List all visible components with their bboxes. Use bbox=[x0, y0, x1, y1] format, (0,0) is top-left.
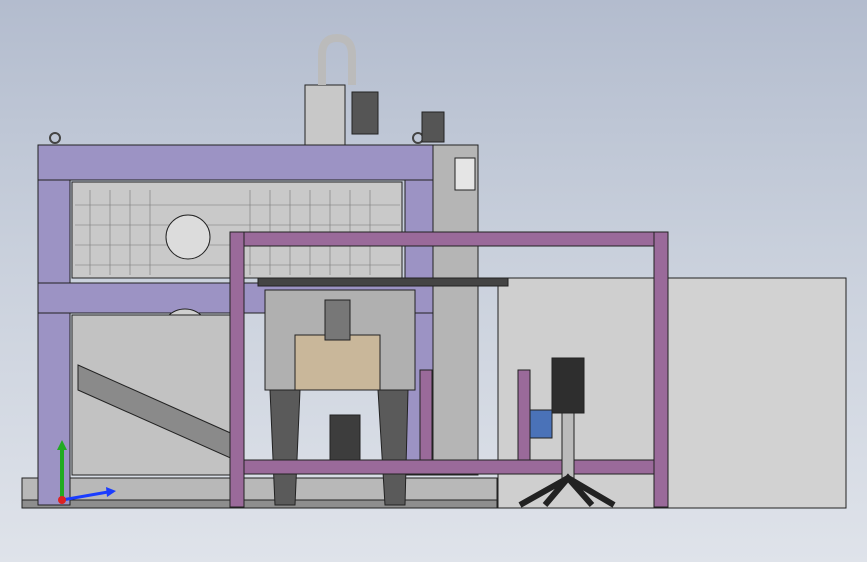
press-head bbox=[324, 299, 351, 341]
rail-right-post bbox=[653, 231, 669, 508]
gear-housing bbox=[165, 214, 211, 260]
x-axis-arrow bbox=[106, 487, 116, 497]
machine-assembly-model[interactable] bbox=[0, 0, 867, 562]
motor-icon bbox=[421, 111, 445, 143]
tower-loop bbox=[318, 33, 356, 85]
rail-bottom bbox=[243, 459, 655, 475]
press-block bbox=[294, 334, 381, 391]
x-axis bbox=[61, 490, 109, 502]
tower-column bbox=[304, 84, 346, 146]
cad-viewport[interactable] bbox=[0, 0, 867, 562]
rail-inner-post bbox=[419, 369, 433, 461]
left-leg bbox=[269, 389, 301, 506]
rail-top bbox=[229, 231, 669, 247]
motor-icon bbox=[351, 91, 379, 135]
overhead-slide-bar bbox=[257, 277, 509, 287]
frame-top-beam bbox=[37, 144, 434, 181]
rail-left-post bbox=[229, 231, 245, 508]
lifting-eye-icon bbox=[49, 132, 61, 144]
right-enclosure-side bbox=[667, 277, 847, 509]
gripper-head bbox=[551, 357, 585, 414]
gripper-shaft bbox=[561, 412, 575, 479]
rail-short-post bbox=[517, 369, 531, 461]
side-disc bbox=[454, 157, 476, 191]
coordinate-triad-icon bbox=[57, 440, 116, 504]
z-axis bbox=[58, 496, 66, 504]
side-tower bbox=[432, 144, 479, 476]
y-axis-arrow bbox=[57, 440, 67, 450]
blue-cylinder bbox=[529, 409, 553, 439]
